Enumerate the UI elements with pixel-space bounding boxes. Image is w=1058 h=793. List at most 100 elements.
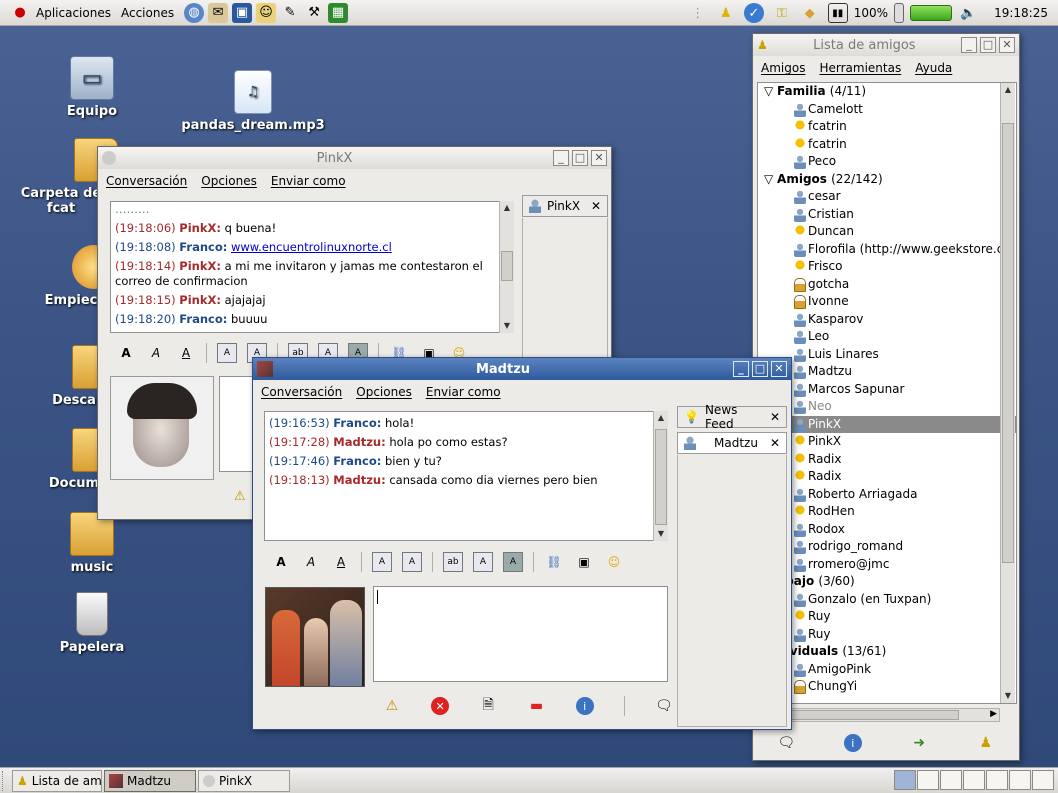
workspace-switcher[interactable]	[894, 770, 1054, 790]
buddy-row[interactable]: ChungYi	[758, 678, 1016, 696]
buddy-list-titlebar[interactable]: ♟ Lista de amigos _ □ ✕	[753, 34, 1019, 56]
block-icon[interactable]: ✕	[431, 697, 450, 715]
menu-send-as[interactable]: Enviar como	[426, 385, 501, 399]
pinkx-conversation-log[interactable]: ……… (19:18:06) PinkX: q buena! (19:18:08)…	[110, 201, 514, 333]
desktop-icon-documents[interactable]: Docum	[44, 428, 116, 491]
italic-icon[interactable]: A	[146, 343, 166, 363]
tab-news-feed[interactable]: 💡 News Feed ✕	[677, 403, 787, 431]
email-icon[interactable]: ✉	[208, 2, 229, 23]
applications-menu[interactable]: ● Aplicaciones	[0, 3, 119, 23]
presentation-icon[interactable]: ▣	[232, 2, 253, 23]
close-button[interactable]: ✕	[591, 150, 607, 166]
buddy-row[interactable]: Camelott	[758, 101, 1016, 119]
tab-close-icon[interactable]: ✕	[770, 410, 780, 424]
keys-icon[interactable]: ⚿	[772, 3, 792, 23]
scroll-right-arrow-icon[interactable]: ▶	[990, 709, 997, 719]
buddy-row[interactable]: Radix	[758, 451, 1016, 469]
spreadsheet-icon[interactable]: ▦	[328, 2, 349, 23]
tab-madtzu[interactable]: Madtzu ✕	[677, 432, 787, 454]
buddy-row[interactable]: rodrigo_romand	[758, 538, 1016, 556]
madtzu-conversation-log[interactable]: (19:16:53) Franco: hola! (19:17:28) Madtz…	[264, 411, 654, 541]
close-button[interactable]: ✕	[999, 37, 1015, 53]
desktop-icon-trash[interactable]: Papelera	[42, 592, 142, 655]
buddy-row[interactable]: RodHen	[758, 503, 1016, 521]
tools-icon[interactable]: ⚒	[304, 3, 324, 23]
buddy-row[interactable]: Duncan	[758, 223, 1016, 241]
menu-conversation[interactable]: Conversación	[106, 174, 187, 188]
madtzu-message-input[interactable]	[373, 586, 668, 682]
workspace-5[interactable]	[986, 770, 1008, 790]
buddy-group[interactable]: ▽ abajo (3/60)	[758, 573, 1016, 591]
task-buddy-list[interactable]: ♟ Lista de ami	[12, 769, 102, 792]
workspace-3[interactable]	[940, 770, 962, 790]
maximize-button[interactable]: □	[572, 150, 588, 166]
tab-close-icon[interactable]: ✕	[591, 199, 601, 213]
task-pinkx[interactable]: PinkX	[198, 769, 290, 792]
background-color-icon[interactable]: A	[503, 552, 523, 572]
buddy-row[interactable]: Neo	[758, 398, 1016, 416]
buddy-row[interactable]: Rodox	[758, 521, 1016, 539]
font-size-larger-icon[interactable]: A	[372, 552, 392, 572]
desktop-icon-start-here[interactable]: Empiec	[36, 245, 116, 308]
desktop-icon-mp3[interactable]: ♫ pandas_dream.mp3	[178, 70, 328, 133]
minimize-button[interactable]: _	[553, 150, 569, 166]
workspace-2[interactable]	[917, 770, 939, 790]
expander-arrow-icon[interactable]: ▽	[764, 172, 777, 186]
buddy-row[interactable]: Luis Linares	[758, 346, 1016, 364]
buddy-tree-hscrollbar[interactable]: ▶	[758, 708, 1000, 722]
minimize-button[interactable]: _	[961, 37, 977, 53]
madtzu-chat-window[interactable]: Madtzu _ □ ✕ Conversación Opciones Envia…	[252, 357, 792, 730]
buddy-row[interactable]: AmigoPink	[758, 661, 1016, 679]
buddy-list-window[interactable]: ♟ Lista de amigos _ □ ✕ Amigos Herramien…	[752, 33, 1020, 761]
buddy-group[interactable]: ▽ Amigos (22/142)	[758, 171, 1016, 189]
send-file-icon[interactable]: 🗎	[479, 697, 497, 715]
buddy-row[interactable]: Ruy	[758, 626, 1016, 644]
madtzu-log-scrollbar[interactable]: ▲ ▼	[653, 411, 668, 541]
buddy-row[interactable]: Peco	[758, 153, 1016, 171]
workspace-4[interactable]	[963, 770, 985, 790]
expander-arrow-icon[interactable]: ▽	[764, 84, 777, 98]
messenger-tray-icon[interactable]: ♟	[716, 3, 736, 23]
buddy-row[interactable]: Radix	[758, 468, 1016, 486]
buddy-row[interactable]: fcatrin	[758, 118, 1016, 136]
scroll-thumb[interactable]	[1002, 123, 1014, 563]
pinkx-titlebar[interactable]: PinkX _ □ ✕	[98, 147, 611, 169]
bold-icon[interactable]: A	[271, 552, 291, 572]
insert-link-icon[interactable]: ⛓	[544, 552, 564, 572]
insert-image-icon[interactable]: ▣	[574, 552, 594, 572]
task-madtzu[interactable]: Madtzu	[104, 769, 196, 792]
desktop-icon-computer[interactable]: ▭ Equipo	[42, 56, 142, 119]
scroll-down-arrow-icon[interactable]: ▼	[654, 527, 668, 541]
maximize-button[interactable]: □	[980, 37, 996, 53]
close-button[interactable]: ✕	[771, 361, 787, 377]
message-link[interactable]: www.encuentrolinuxnorte.cl	[231, 240, 392, 254]
smiley-icon[interactable]: ☺	[604, 552, 624, 572]
maximize-button[interactable]: □	[752, 361, 768, 377]
messenger-icon[interactable]: ☺	[256, 2, 277, 23]
scroll-up-arrow-icon[interactable]: ▲	[1001, 83, 1015, 97]
desktop-icon-home-folder[interactable]: Carpeta de fcat	[12, 138, 118, 216]
buddy-group[interactable]: ▽ dividuals (13/61)	[758, 643, 1016, 661]
info-icon[interactable]: i	[575, 697, 594, 715]
buddy-row[interactable]: Frisco	[758, 258, 1016, 276]
pinkx-log-scrollbar[interactable]: ▲ ▼	[499, 201, 514, 333]
buddy-row[interactable]: cesar	[758, 188, 1016, 206]
desktop-icon-music[interactable]: music	[42, 512, 142, 575]
menu-conversation[interactable]: Conversación	[261, 385, 342, 399]
hscroll-thumb[interactable]	[789, 710, 959, 720]
buddy-tree-scrollbar[interactable]: ▲ ▼	[1000, 83, 1015, 703]
scroll-thumb[interactable]	[501, 251, 513, 281]
remove-icon[interactable]: ▬	[527, 697, 545, 715]
buddy-row[interactable]: Madtzu	[758, 363, 1016, 381]
volume-icon[interactable]: 🔈	[958, 3, 978, 23]
tab-close-icon[interactable]: ✕	[770, 436, 780, 450]
buddy-row[interactable]: PinkX	[758, 415, 1016, 433]
menu-buddies[interactable]: Amigos	[761, 61, 805, 75]
underline-icon[interactable]: A	[176, 343, 196, 363]
tray-app-icon[interactable]: ◆	[800, 3, 820, 23]
italic-icon[interactable]: A	[301, 552, 321, 572]
buddy-row[interactable]: Marcos Sapunar	[758, 381, 1016, 399]
warn-icon[interactable]: ⚠	[383, 697, 401, 715]
send-im-icon[interactable]: 🗨	[777, 734, 795, 752]
scroll-down-arrow-icon[interactable]: ▼	[500, 319, 514, 333]
